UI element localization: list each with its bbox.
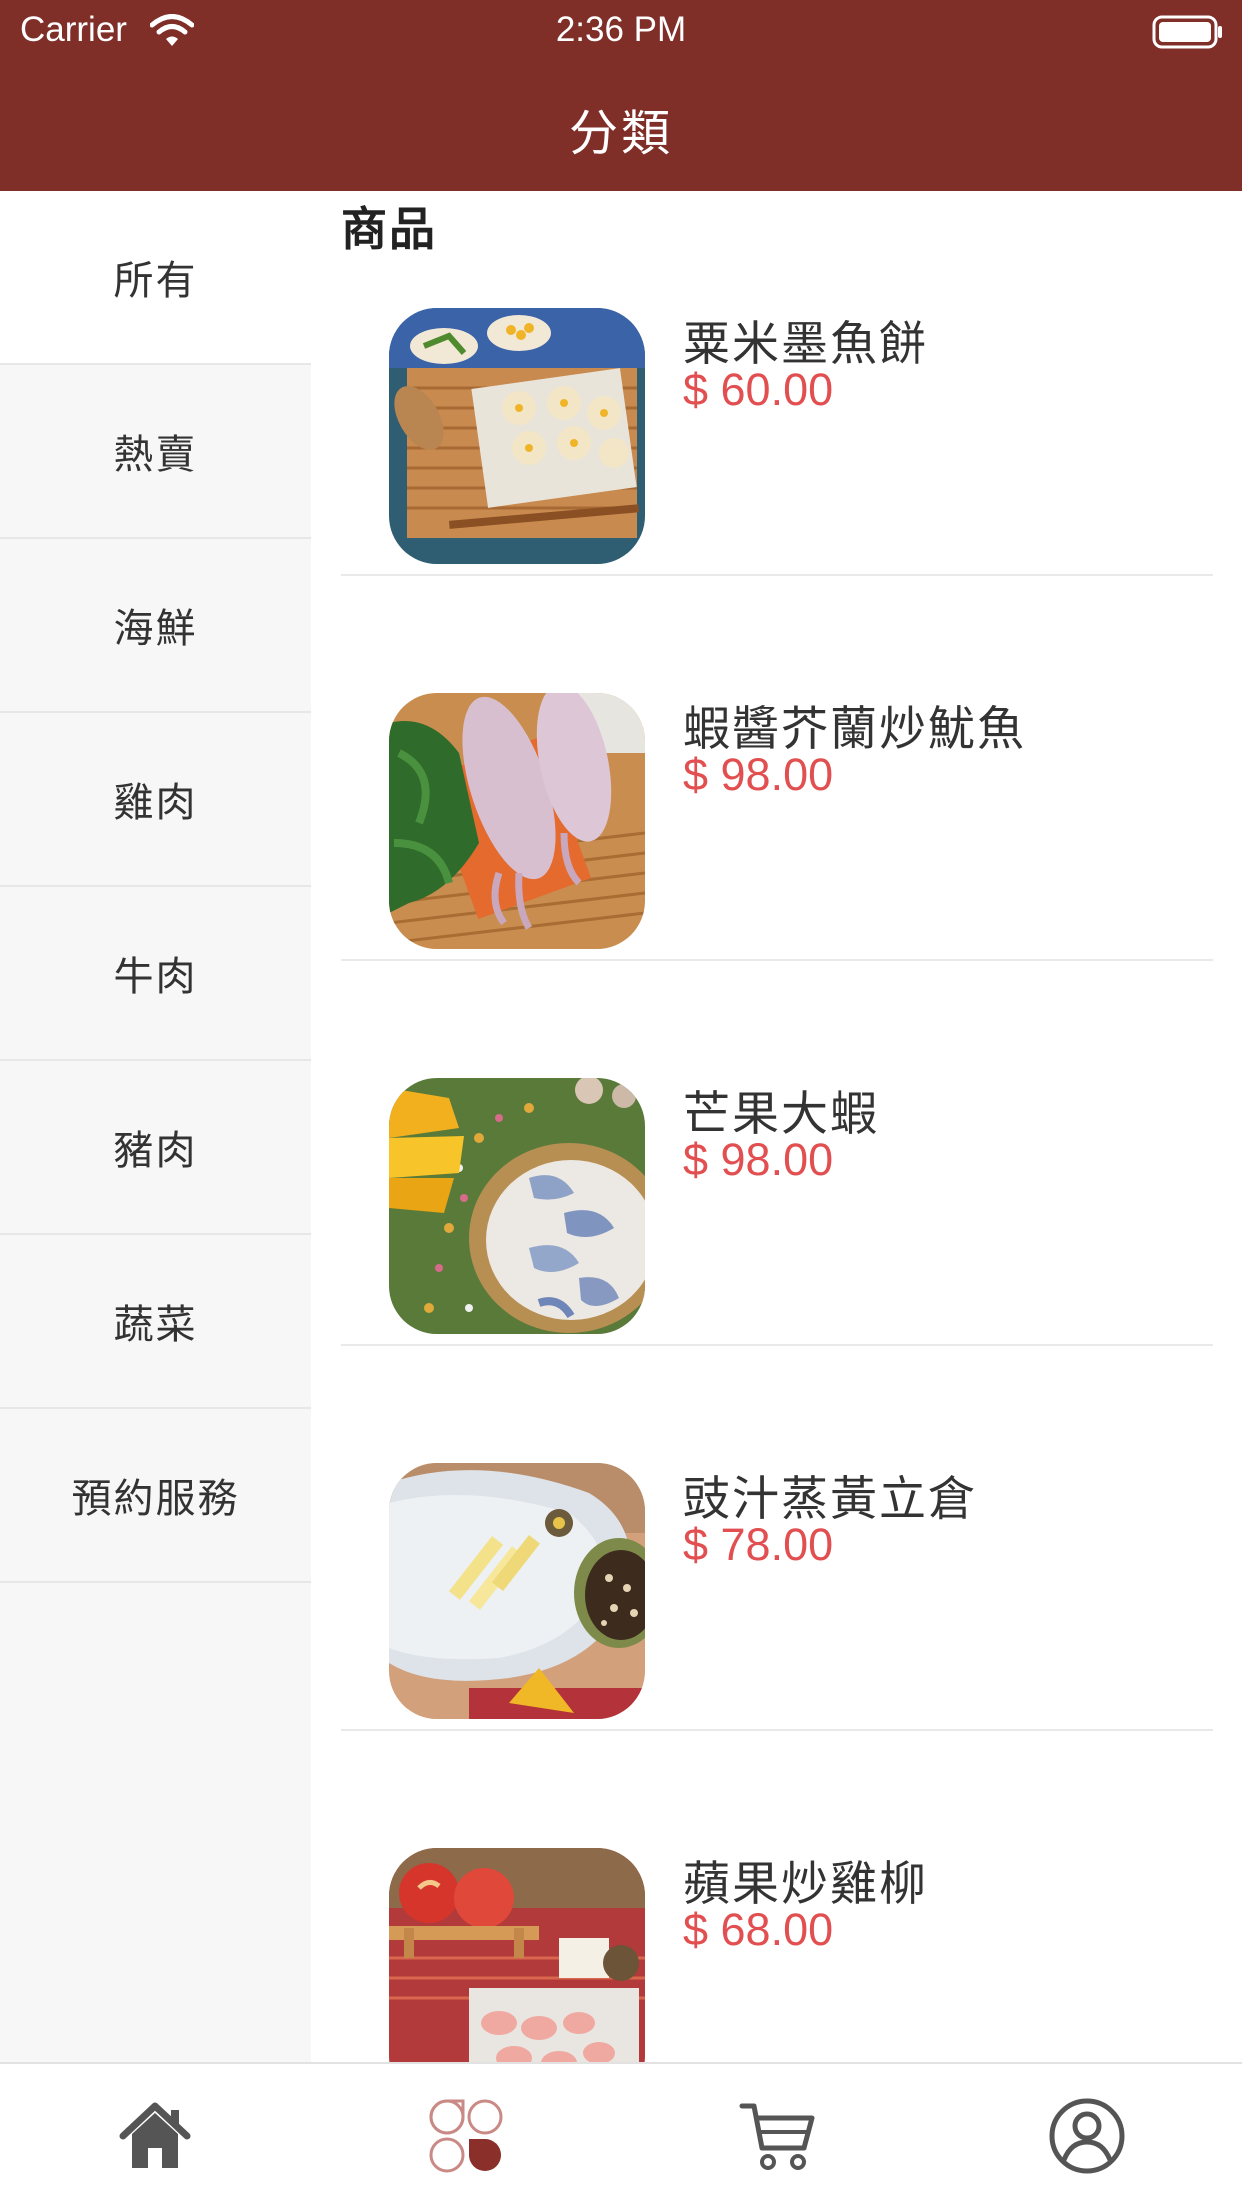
sidebar-item-beef[interactable]: 牛肉 <box>0 887 311 1061</box>
sidebar-item-label: 豬肉 <box>113 1128 198 1174</box>
sidebar-item-all[interactable]: 所有 <box>0 191 311 365</box>
product-price: $ 78.00 <box>683 1519 834 1570</box>
sidebar-item-label: 牛肉 <box>113 954 198 1000</box>
product-price: $ 98.00 <box>683 1134 834 1185</box>
product-price: $ 98.00 <box>683 749 834 800</box>
sidebar-item-label: 預約服務 <box>71 1476 240 1522</box>
sidebar-item-vegetables[interactable]: 蔬菜 <box>0 1235 311 1409</box>
sidebar-item-label: 熱賣 <box>113 432 198 478</box>
product-image <box>389 308 645 564</box>
sidebar-item-booking[interactable]: 預約服務 <box>0 1409 311 1583</box>
product-card[interactable]: 蘋果炒雞柳 $ 68.00 <box>341 1731 1213 2062</box>
sidebar-item-chicken[interactable]: 雞肉 <box>0 713 311 887</box>
tab-bar <box>0 2062 1242 2208</box>
sidebar-item-label: 海鮮 <box>113 606 198 652</box>
product-image <box>389 1848 645 2062</box>
category-icon[interactable] <box>426 2096 506 2176</box>
product-image <box>389 1078 645 1334</box>
sidebar-item-hot[interactable]: 熱賣 <box>0 365 311 539</box>
profile-icon[interactable] <box>1047 2096 1127 2176</box>
sidebar-item-label: 所有 <box>113 258 198 304</box>
product-list: 商品 粟米墨魚餅 $ 60.00 蝦醬芥蘭炒魷魚 $ 98.00 芒果大蝦 $ … <box>311 191 1242 2062</box>
sidebar-item-seafood[interactable]: 海鮮 <box>0 539 311 713</box>
battery-icon <box>1152 15 1222 49</box>
product-card[interactable]: 蝦醬芥蘭炒魷魚 $ 98.00 <box>341 576 1213 961</box>
product-card[interactable]: 芒果大蝦 $ 98.00 <box>341 961 1213 1346</box>
product-price: $ 68.00 <box>683 1904 834 1955</box>
status-time: 2:36 PM <box>555 10 687 49</box>
cart-icon[interactable] <box>738 2096 818 2176</box>
home-icon[interactable] <box>115 2096 195 2176</box>
sidebar-item-pork[interactable]: 豬肉 <box>0 1061 311 1235</box>
product-image <box>389 693 645 949</box>
product-price: $ 60.00 <box>683 364 834 415</box>
category-sidebar: 所有 熱賣 海鮮 雞肉 牛肉 豬肉 蔬菜 預約服務 <box>0 191 311 2062</box>
top-bar: Carrier 2:36 PM 分類 <box>0 0 1242 191</box>
sidebar-item-label: 蔬菜 <box>113 1302 198 1348</box>
page-title: 分類 <box>568 105 673 162</box>
sidebar-item-label: 雞肉 <box>113 780 198 826</box>
product-image <box>389 1463 645 1719</box>
product-card[interactable]: 粟米墨魚餅 $ 60.00 <box>341 191 1213 576</box>
product-card[interactable]: 豉汁蒸黃立倉 $ 78.00 <box>341 1346 1213 1731</box>
